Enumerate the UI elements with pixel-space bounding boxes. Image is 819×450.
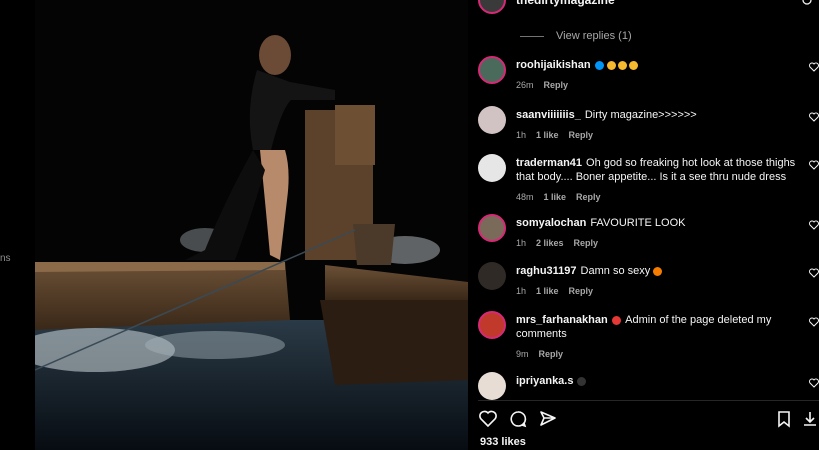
comment-username[interactable]: somyalochan [516,217,586,229]
comment-text: FAVOURITE LOOK [590,217,686,229]
heart-icon[interactable] [809,62,819,72]
send-icon[interactable] [538,409,558,429]
post-author[interactable]: thedirtymagazine [478,0,615,14]
angry-emoji-icon [611,315,621,325]
download-icon[interactable] [800,409,819,429]
post-image [35,0,468,450]
heart-icon[interactable] [809,268,819,278]
replies-divider [520,35,544,37]
heart-icon[interactable] [809,160,819,170]
comment-time[interactable]: 48m [516,190,534,204]
reply-button[interactable]: Reply [574,236,599,250]
reply-button[interactable]: Reply [544,78,569,92]
clap-emoji-icon [617,60,627,70]
heart-icon[interactable] [809,112,819,122]
post-photo [35,0,468,450]
black-heart-emoji-icon [577,376,587,386]
comment-text: Dirty magazine>>>>>> [584,109,697,121]
avatar[interactable] [478,311,506,339]
likes-count[interactable]: 933 likes [480,436,526,448]
comment-time[interactable]: 1h [516,284,526,298]
avatar[interactable] [478,214,506,242]
fire-emoji-icon [653,266,663,276]
comment-username[interactable]: raghu31197 [516,265,577,277]
bookmark-icon[interactable] [774,409,794,429]
comment-time[interactable]: 1h [516,128,526,142]
comment-icon[interactable] [508,409,528,429]
comment-username[interactable]: mrs_farhanakhan [516,314,608,326]
comment-time[interactable]: 1h [516,236,526,250]
comment-text: Damn so sexy [580,265,651,277]
heart-icon[interactable] [478,409,498,429]
heart-icon[interactable] [809,378,819,388]
comment-likes[interactable]: 2 likes [536,236,564,250]
avatar[interactable] [478,262,506,290]
view-replies-button[interactable]: View replies (1) [520,30,632,42]
comment-likes[interactable]: 1 like [536,284,559,298]
reply-button[interactable]: Reply [539,347,564,361]
author-username[interactable]: thedirtymagazine [516,0,615,7]
sidebar-fragment: ns [0,253,11,264]
comment-username[interactable]: traderman41 [516,157,582,169]
author-avatar[interactable] [478,0,506,14]
avatar[interactable] [478,56,506,84]
verified-badge-icon [594,60,604,70]
comment-time[interactable]: 26m [516,78,534,92]
comment-likes[interactable]: 1 like [544,190,567,204]
comment-username[interactable]: ipriyanka.s [516,375,573,387]
comment-username[interactable]: saanviiiiiiis_ [516,109,581,121]
avatar[interactable] [478,154,506,182]
comment-username[interactable]: roohijaikishan [516,59,591,71]
clap-emoji-icon [628,60,638,70]
clap-emoji-icon [606,60,616,70]
avatar[interactable] [478,372,506,400]
heart-icon[interactable] [809,317,819,327]
post-actions [478,400,819,431]
avatar[interactable] [478,106,506,134]
comments-panel: thedirtymagazine View replies (1) roohij… [468,0,819,450]
reply-button[interactable]: Reply [569,284,594,298]
reply-button[interactable]: Reply [576,190,601,204]
heart-icon[interactable] [809,220,819,230]
view-replies-label[interactable]: View replies (1) [556,30,632,42]
comment-likes[interactable]: 1 like [536,128,559,142]
comment-time[interactable]: 9m [516,347,529,361]
reply-button[interactable]: Reply [569,128,594,142]
more-icon[interactable] [801,0,813,6]
